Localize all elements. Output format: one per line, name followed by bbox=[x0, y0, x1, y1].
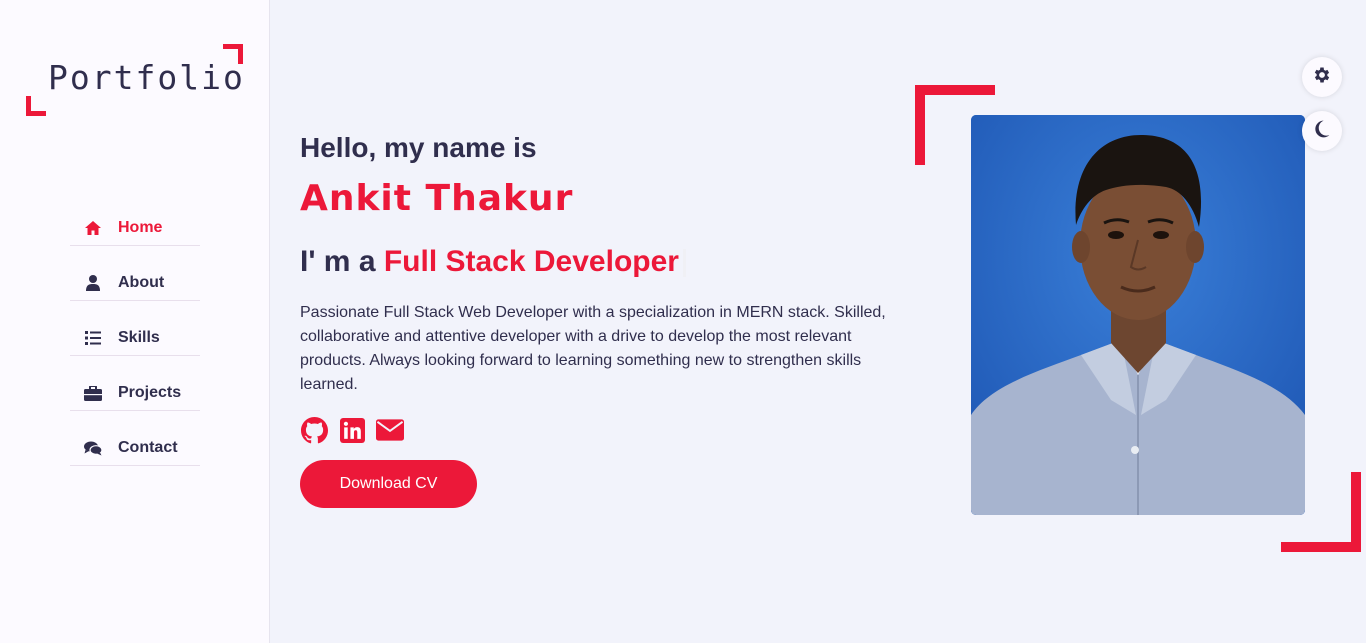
main-nav: Home About Skills Projects Contact bbox=[70, 205, 200, 466]
hero-greeting: Hello, my name is bbox=[300, 132, 537, 163]
nav-label-home: Home bbox=[118, 219, 163, 236]
nav-item-projects: Projects bbox=[70, 356, 200, 411]
download-cv-button[interactable]: Download CV bbox=[300, 460, 477, 508]
logo-text: Portfolio bbox=[48, 58, 245, 97]
hero-name: Ankit Thakur bbox=[300, 178, 574, 219]
profile-photo bbox=[971, 115, 1305, 515]
linkedin-icon[interactable] bbox=[338, 416, 366, 444]
logo[interactable]: Portfolio bbox=[26, 44, 243, 116]
list-icon bbox=[84, 330, 102, 346]
hero-role-typed: Full Stack Developer bbox=[383, 245, 679, 278]
user-icon bbox=[84, 275, 102, 291]
logo-corner-bottom-left bbox=[26, 96, 46, 116]
nav-link-skills[interactable]: Skills bbox=[70, 329, 160, 347]
hero-role-prefix: I' m a bbox=[300, 245, 376, 278]
github-icon[interactable] bbox=[300, 416, 328, 444]
sidebar: Portfolio Home About Skills Projects Con… bbox=[0, 0, 270, 643]
typing-caret bbox=[682, 249, 686, 278]
nav-link-projects[interactable]: Projects bbox=[70, 384, 181, 402]
nav-link-about[interactable]: About bbox=[70, 274, 164, 292]
comments-icon bbox=[84, 440, 102, 456]
nav-item-skills: Skills bbox=[70, 301, 200, 356]
nav-label-projects: Projects bbox=[118, 384, 182, 401]
gear-icon bbox=[1312, 65, 1332, 89]
settings-button[interactable] bbox=[1302, 57, 1342, 97]
nav-item-about: About bbox=[70, 246, 200, 301]
social-links bbox=[300, 416, 404, 444]
moon-icon bbox=[1312, 119, 1332, 143]
nav-item-home: Home bbox=[70, 205, 200, 246]
theme-toggle-button[interactable] bbox=[1302, 111, 1342, 151]
hero-role: I' m a Full Stack Developer bbox=[300, 245, 686, 279]
nav-link-home[interactable]: Home bbox=[70, 219, 162, 237]
nav-label-skills: Skills bbox=[118, 329, 160, 346]
home-icon bbox=[84, 220, 102, 236]
nav-item-contact: Contact bbox=[70, 411, 200, 466]
envelope-icon[interactable] bbox=[376, 416, 404, 444]
briefcase-icon bbox=[84, 385, 102, 401]
nav-label-about: About bbox=[118, 274, 165, 291]
nav-link-contact[interactable]: Contact bbox=[70, 439, 178, 457]
nav-label-contact: Contact bbox=[118, 439, 178, 456]
hero-bio: Passionate Full Stack Web Developer with… bbox=[300, 304, 886, 393]
